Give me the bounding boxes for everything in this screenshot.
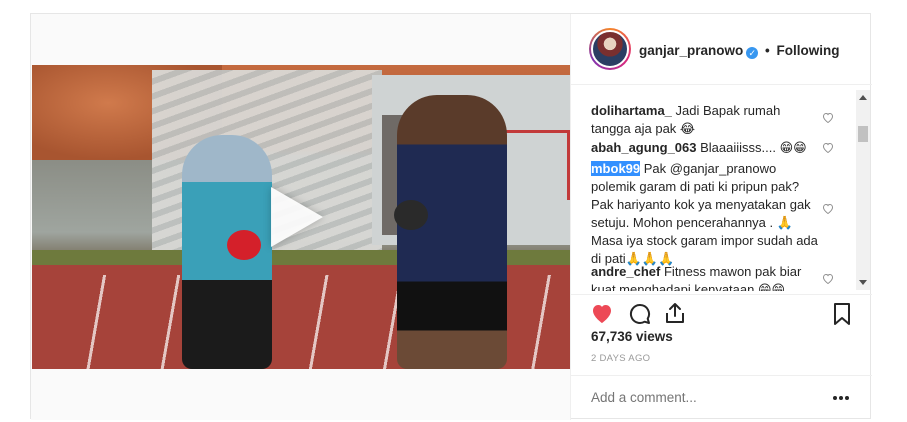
comment-item: abah_agung_063 Blaaaiiisss.... 😁😁 [591,139,823,157]
action-bar [571,294,872,334]
post-timestamp[interactable]: 2 DAYS AGO [591,353,650,364]
share-icon[interactable] [664,301,686,325]
separator-dot: • [765,43,770,58]
comment-item: andre_chef Fitness mawon pak biar kuat m… [591,263,823,291]
comment-item: dolihartama_ Jadi Bapak rumah tangga aja… [591,102,823,138]
more-options-icon[interactable] [833,396,851,400]
comment-username[interactable]: dolihartama_ [591,103,672,118]
comment-text-continued: polemik garam di pati ki pripun pak? Pak… [591,179,818,266]
comment-username[interactable]: mbok99 [591,161,641,176]
comment-text: Blaaaiiisss.... 😁😁 [696,140,807,155]
video-glove [227,230,261,260]
post-header: ganjar_pranowo ✓ • Following [571,14,872,85]
comment-text: Pak [640,161,670,176]
play-icon[interactable] [271,187,323,247]
add-comment-section [571,375,872,420]
heart-icon[interactable] [590,302,614,324]
video-pad [394,200,428,230]
scroll-up-arrow-icon[interactable] [859,95,867,100]
video-person-trainer [397,95,507,369]
post-author: ganjar_pranowo ✓ • Following [639,43,840,59]
following-button[interactable]: Following [777,43,840,58]
comment-mention-link[interactable]: @ganjar_pranowo [670,161,776,176]
username-link[interactable]: ganjar_pranowo [639,43,743,58]
scrollbar-thumb[interactable] [858,126,868,142]
comment-username[interactable]: andre_chef [591,264,660,279]
comment-like-heart-icon[interactable] [822,273,834,284]
comment-item: mbok99 Pak @ganjar_pranowo polemik garam… [591,160,823,268]
comment-like-heart-icon[interactable] [822,112,834,123]
post-sidebar: ganjar_pranowo ✓ • Following dolihartama_… [570,14,872,420]
scroll-down-arrow-icon[interactable] [859,280,867,285]
instagram-post: ganjar_pranowo ✓ • Following dolihartama_… [30,13,872,420]
video-player[interactable] [32,65,570,369]
verified-badge-icon: ✓ [746,47,759,59]
comment-like-heart-icon[interactable] [822,142,834,153]
add-comment-input[interactable] [591,390,811,405]
comment-like-heart-icon[interactable] [822,203,834,214]
comments-scrollbar[interactable] [856,90,870,290]
view-count[interactable]: 67,736 views [591,329,673,344]
post-media [31,14,570,420]
comments-list: dolihartama_ Jadi Bapak rumah tangga aja… [571,86,872,291]
bookmark-icon[interactable] [833,302,851,326]
avatar[interactable] [589,28,631,70]
comment-username[interactable]: abah_agung_063 [591,140,697,155]
comment-icon[interactable] [628,302,652,326]
